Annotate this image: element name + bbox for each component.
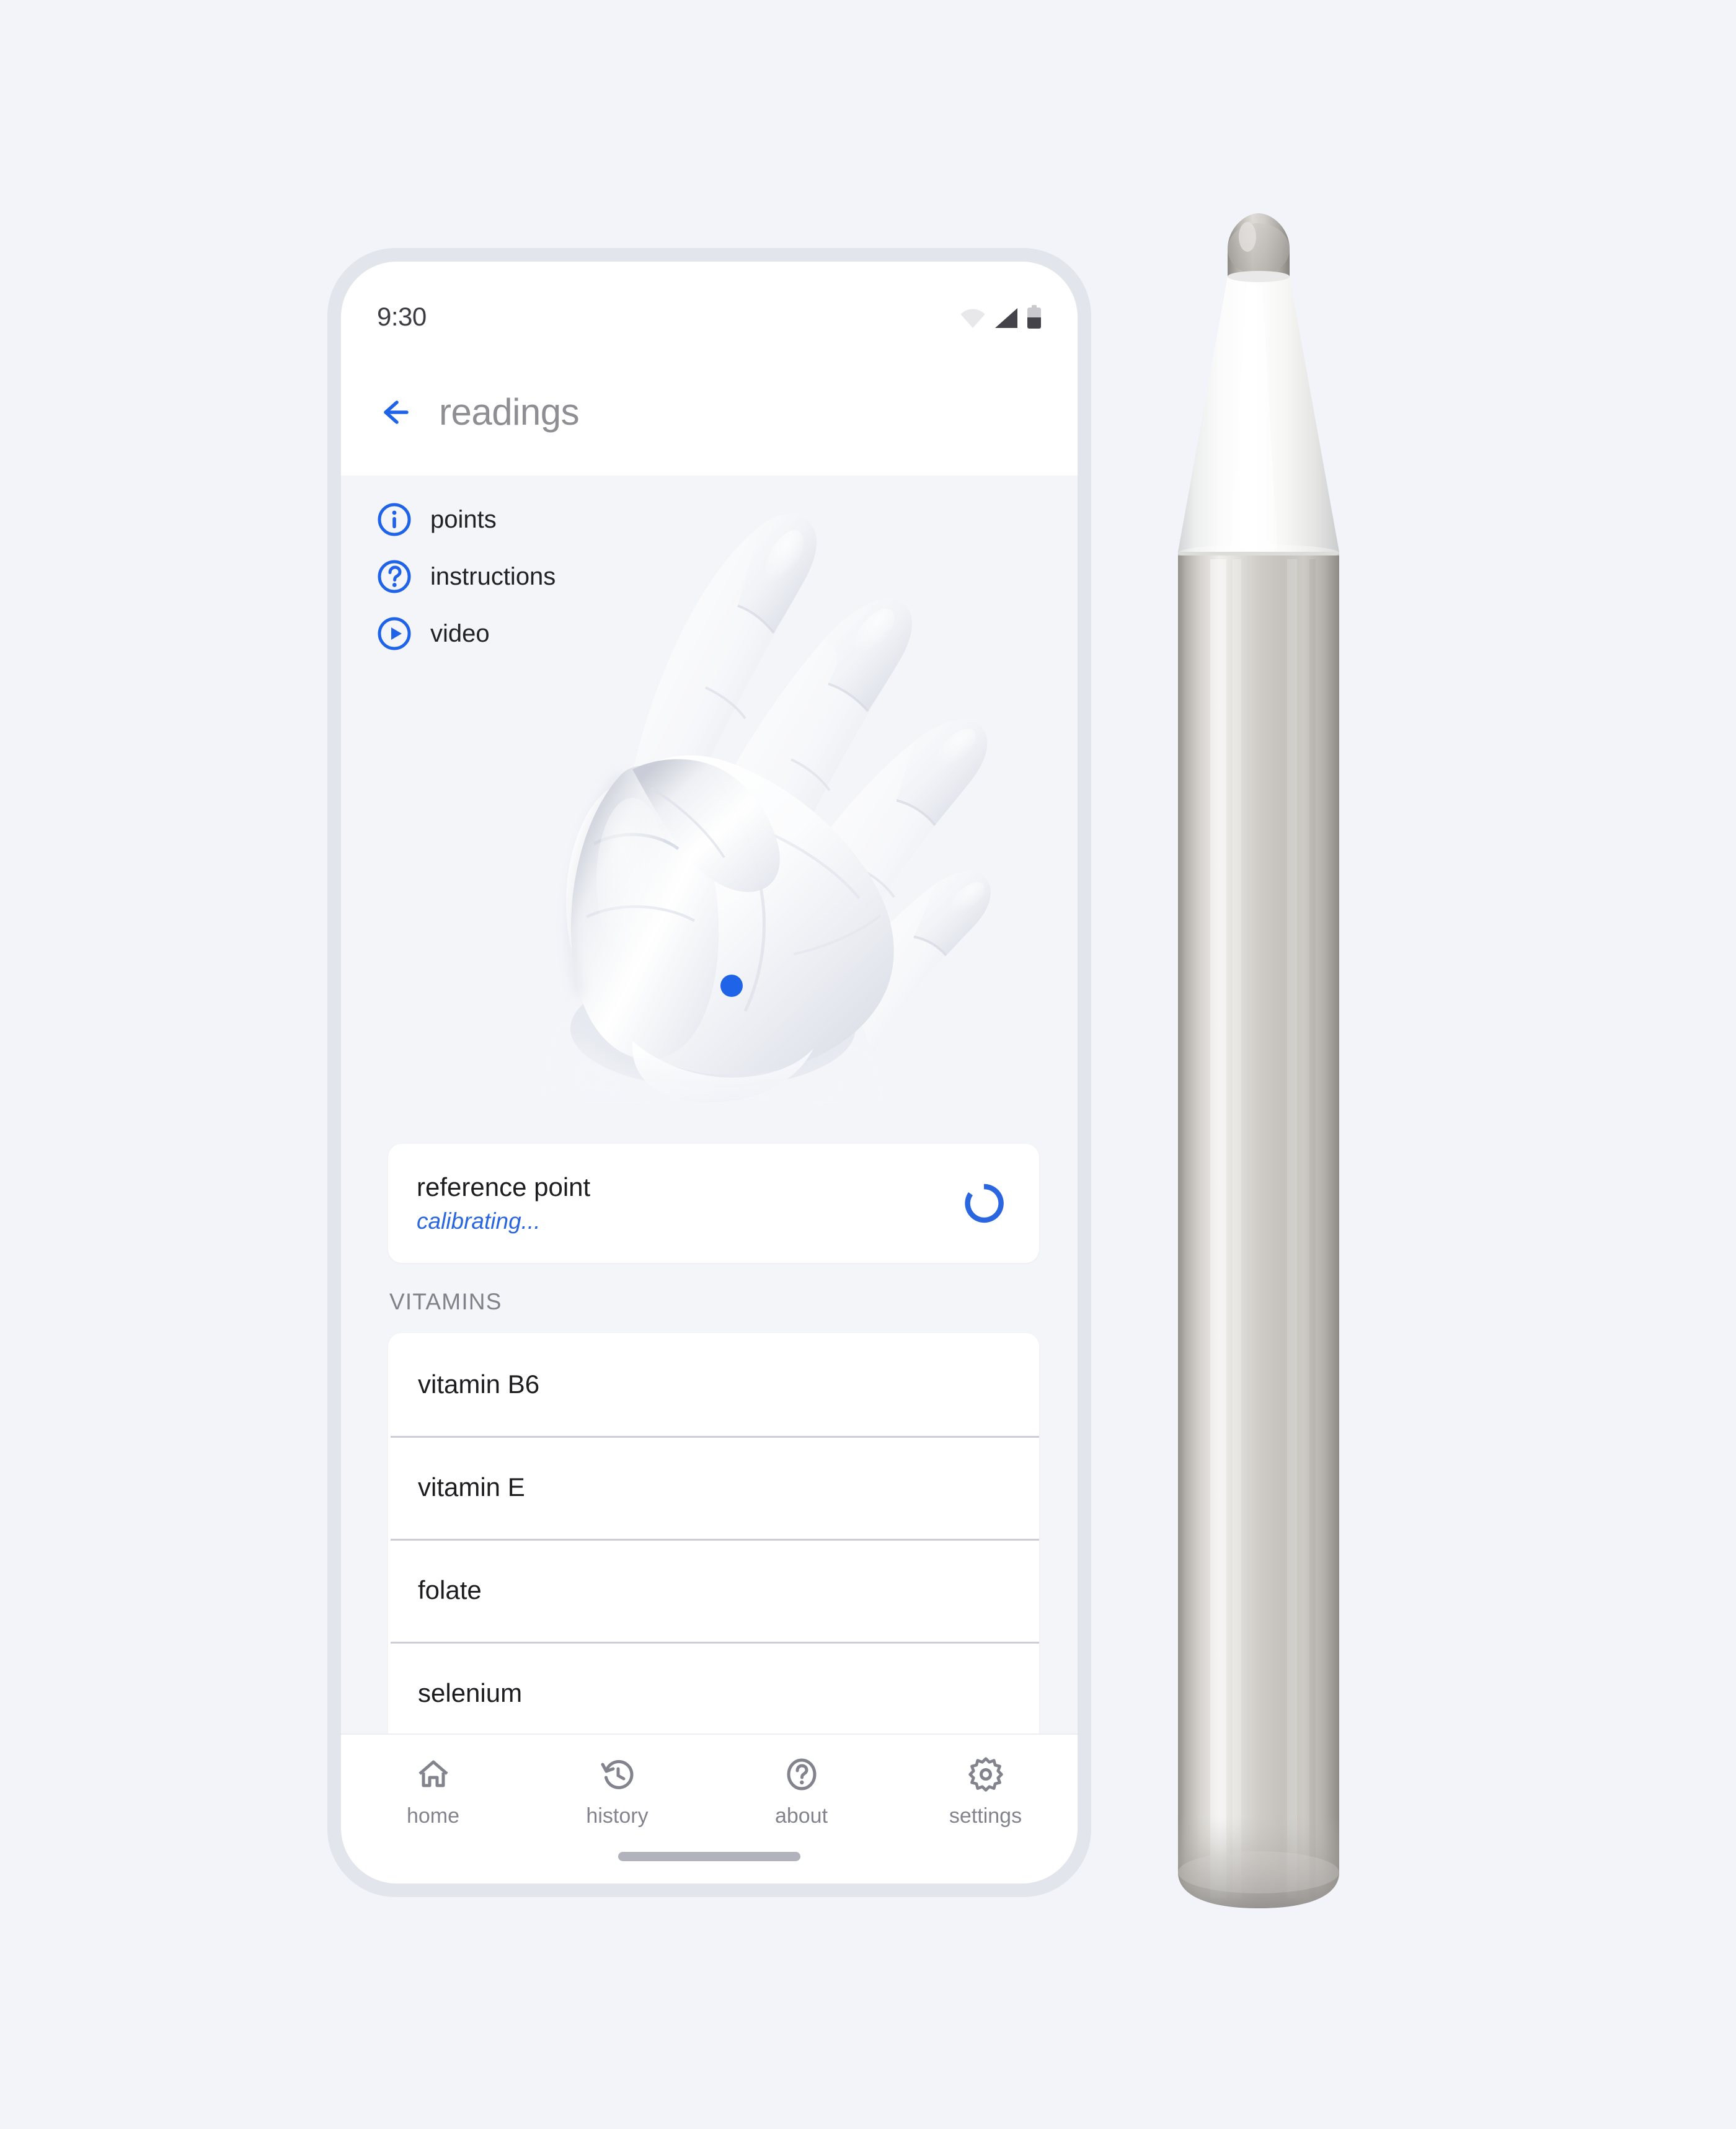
- content-area: points instructions video reference poin…: [341, 476, 1078, 1883]
- list-item[interactable]: selenium: [388, 1642, 1039, 1745]
- stylus-pen-svg: [1178, 213, 1339, 1908]
- vitamins-list: vitamin B6 vitamin E folate selenium: [388, 1333, 1039, 1745]
- phone-screen: 9:30 readings points instructions video …: [341, 262, 1078, 1883]
- screenshot-canvas: 9:30 readings points instructions video …: [0, 0, 1736, 2129]
- stylus-pen: [1153, 205, 1364, 1922]
- nav-item-history[interactable]: history: [525, 1757, 709, 1828]
- play-circle-icon: [378, 617, 411, 650]
- info-circle-icon: [378, 503, 411, 536]
- nav-item-settings[interactable]: settings: [893, 1757, 1078, 1828]
- quick-link-label: points: [430, 505, 497, 533]
- list-item-label: vitamin E: [418, 1472, 525, 1502]
- quick-link-label: instructions: [430, 562, 556, 590]
- loading-spinner-icon: [965, 1184, 1004, 1223]
- list-item[interactable]: vitamin B6: [388, 1333, 1039, 1436]
- phone-device: 9:30 readings points instructions video …: [327, 248, 1091, 1897]
- nav-item-label: history: [586, 1804, 649, 1828]
- status-time: 9:30: [377, 302, 427, 331]
- history-clock-icon: [601, 1759, 633, 1789]
- reference-point-texts: reference point calibrating...: [417, 1172, 590, 1234]
- vitamins-section-header: VITAMINS: [389, 1289, 502, 1314]
- home-indicator[interactable]: [618, 1852, 800, 1861]
- wifi-icon: [960, 309, 985, 328]
- home-icon: [418, 1760, 448, 1787]
- bottom-navigation: home history about settings: [341, 1733, 1078, 1883]
- quick-links-list: points instructions video: [377, 491, 761, 662]
- reference-point-title: reference point: [417, 1172, 591, 1202]
- list-item-label: folate: [418, 1575, 482, 1604]
- nav-item-label: home: [406, 1804, 460, 1828]
- reference-point-marker[interactable]: [720, 975, 743, 997]
- nav-item-label: settings: [949, 1804, 1022, 1828]
- battery-icon: [1027, 305, 1041, 329]
- arrow-left-icon[interactable]: [376, 394, 412, 430]
- list-item[interactable]: folate: [388, 1539, 1039, 1642]
- quick-link-points[interactable]: points: [377, 491, 761, 548]
- quick-link-label: video: [430, 619, 490, 647]
- cellular-signal-icon: [995, 308, 1017, 328]
- nav-item-label: about: [774, 1804, 828, 1828]
- nav-item-home[interactable]: home: [341, 1757, 525, 1828]
- list-item-label: selenium: [418, 1678, 523, 1707]
- list-item-label: vitamin B6: [418, 1370, 540, 1399]
- nav-item-about[interactable]: about: [709, 1757, 893, 1828]
- status-bar: 9:30: [341, 262, 1078, 348]
- quick-link-instructions[interactable]: instructions: [377, 548, 761, 605]
- question-circle-icon: [787, 1758, 816, 1790]
- status-icons: [960, 305, 1042, 329]
- question-circle-icon: [378, 560, 411, 593]
- reference-point-card[interactable]: reference point calibrating...: [388, 1144, 1039, 1263]
- page-title: readings: [439, 391, 580, 433]
- app-bar: readings: [341, 348, 1078, 476]
- list-item[interactable]: vitamin E: [388, 1436, 1039, 1539]
- quick-link-video[interactable]: video: [377, 605, 761, 662]
- gear-icon: [968, 1757, 1003, 1792]
- reference-point-status: calibrating...: [417, 1208, 541, 1234]
